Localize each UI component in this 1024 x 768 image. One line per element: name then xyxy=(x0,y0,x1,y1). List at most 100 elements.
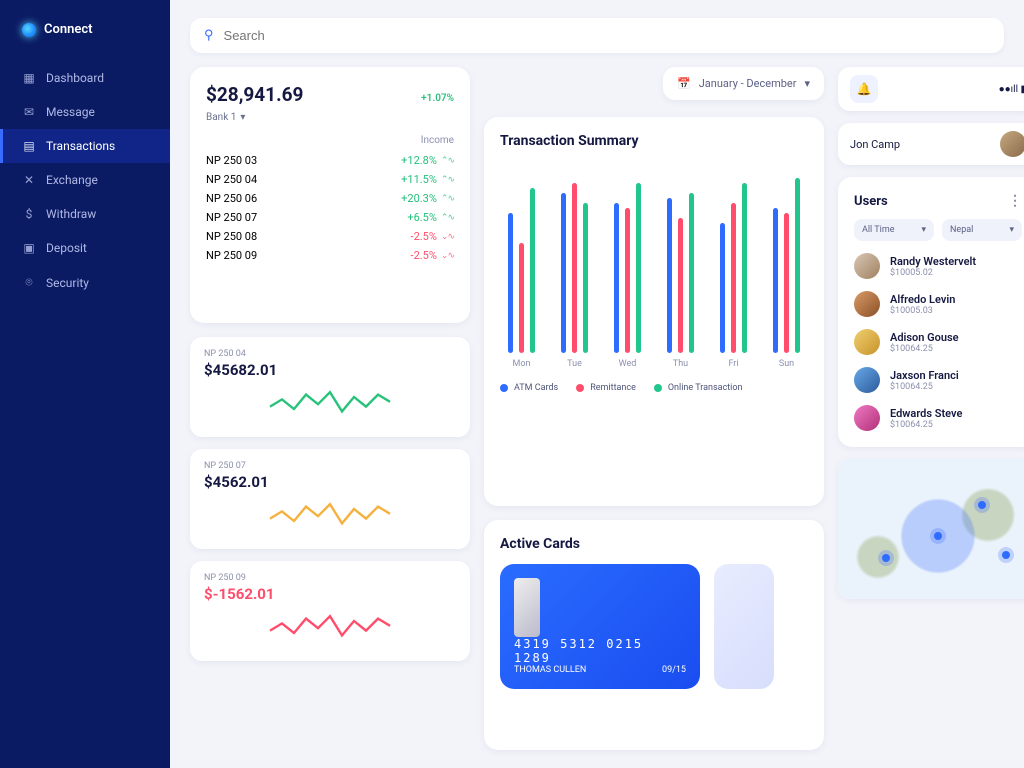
chart-bar xyxy=(561,193,566,353)
legend-item: Online Transaction xyxy=(654,383,743,393)
nav-label: Withdraw xyxy=(46,207,148,221)
chart-bar xyxy=(795,178,800,353)
users-region-filter[interactable]: Nepal ▾ xyxy=(942,219,1022,241)
signal-icon: ●●ıll ▮ xyxy=(999,84,1024,95)
grid-icon: ▦ xyxy=(22,71,36,85)
user-row[interactable]: Edwards Steve$10064.25 xyxy=(854,405,1022,431)
nav-security[interactable]: ⌾ Security xyxy=(0,265,170,300)
nav-dashboard[interactable]: ▦ Dashboard xyxy=(0,61,170,95)
profile-name: Jon Camp xyxy=(850,138,992,151)
active-cards-card: Active Cards 4319 5312 0215 1289 THOMAS … xyxy=(484,520,824,750)
sparkline-label: NP 250 09 xyxy=(204,573,456,583)
date-range-selector[interactable]: 📅 January - December ▾ xyxy=(663,67,824,100)
bank-row[interactable]: NP 250 07+6.5% ⌃∿ xyxy=(206,211,454,224)
chart-day-label: Tue xyxy=(567,359,582,369)
user-name: Jaxson Franci xyxy=(890,369,959,382)
status-bar: 🔔 ●●ıll ▮ xyxy=(838,67,1024,111)
bank-selector[interactable]: Bank 1 ▾ xyxy=(206,112,454,123)
user-amount: $10005.03 xyxy=(890,306,955,316)
sparkline-card[interactable]: NP 250 04$45682.01 xyxy=(190,337,470,437)
users-title: Users xyxy=(854,194,888,209)
users-time-filter[interactable]: All Time ▾ xyxy=(854,219,934,241)
bank-change: +6.5% ⌃∿ xyxy=(407,211,454,224)
nav-label: Dashboard xyxy=(46,71,148,85)
bank-row[interactable]: NP 250 09 -2.5% ⌄∿ xyxy=(206,249,454,262)
bank-change: -2.5% ⌄∿ xyxy=(411,249,454,262)
balance-amount: $28,941.69 xyxy=(206,83,303,106)
sparkline-card[interactable]: NP 250 07 $4562.01 xyxy=(190,449,470,549)
chart-bar xyxy=(572,183,577,353)
credit-card-primary[interactable]: 4319 5312 0215 1289 THOMAS CULLEN 09/15 xyxy=(500,564,700,689)
chevron-down-icon: ▾ xyxy=(1009,225,1014,235)
bank-selector-label: Bank 1 xyxy=(206,112,236,123)
nav-deposit[interactable]: ▣ Deposit xyxy=(0,231,170,265)
profile-chip[interactable]: Jon Camp xyxy=(838,123,1024,165)
credit-card-next[interactable] xyxy=(714,564,774,689)
chart-day-column: Mon xyxy=(504,173,539,369)
bank-row[interactable]: NP 250 03+12.8% ⌃∿ xyxy=(206,154,454,167)
user-amount: $10005.02 xyxy=(890,268,976,278)
search-bar[interactable]: ⚲ xyxy=(190,18,1004,53)
bank-name: NP 250 06 xyxy=(206,192,257,205)
users-list: Randy Westervelt$10005.02Alfredo Levin$1… xyxy=(854,253,1022,431)
sparkline-card[interactable]: NP 250 09$-1562.01 xyxy=(190,561,470,661)
user-name: Alfredo Levin xyxy=(890,293,955,306)
legend-dot-icon xyxy=(576,384,584,392)
chart-day-column: Sun xyxy=(769,173,804,369)
app-name: Connect xyxy=(44,22,93,37)
bank-row[interactable]: NP 250 04+11.5% ⌃∿ xyxy=(206,173,454,186)
users-more-button[interactable]: ⋮ xyxy=(1008,193,1022,209)
sparkline-label: NP 250 04 xyxy=(204,349,456,359)
swap-icon: ✕ xyxy=(22,173,36,187)
bank-row[interactable]: NP 250 08-2.5% ⌄∿ xyxy=(206,230,454,243)
chart-bar xyxy=(667,198,672,353)
user-row[interactable]: Randy Westervelt$10005.02 xyxy=(854,253,1022,279)
chart-bar xyxy=(689,193,694,353)
sparkline-amount: $4562.01 xyxy=(204,473,456,491)
nav-message[interactable]: ✉ Message xyxy=(0,95,170,129)
nav-withdraw[interactable]: $ Withdraw xyxy=(0,197,170,231)
sparkline-chart xyxy=(204,609,456,645)
avatar xyxy=(854,253,880,279)
active-cards-title: Active Cards xyxy=(500,536,808,552)
user-row[interactable]: Jaxson Franci$10064.25 xyxy=(854,367,1022,393)
user-amount: $10064.25 xyxy=(890,382,959,392)
map-pin-icon xyxy=(934,532,942,540)
bank-change: +20.3% ⌃∿ xyxy=(401,192,454,205)
bank-name: NP 250 09 xyxy=(206,249,257,262)
chevron-down-icon: ▾ xyxy=(240,112,245,123)
chart-bar xyxy=(508,213,513,353)
avatar xyxy=(854,291,880,317)
user-row[interactable]: Alfredo Levin$10005.03 xyxy=(854,291,1022,317)
card-chip-icon xyxy=(514,578,540,637)
avatar xyxy=(1000,131,1024,157)
search-icon: ⚲ xyxy=(204,28,214,43)
chevron-down-icon: ▾ xyxy=(921,225,926,235)
trend-icon: ⌃∿ xyxy=(441,213,454,223)
chart-day-label: Thu xyxy=(673,359,688,369)
bank-name: NP 250 03 xyxy=(206,154,257,167)
calendar-icon: 📅 xyxy=(677,77,691,90)
bank-list: NP 250 03+12.8% ⌃∿ NP 250 04+11.5% ⌃∿ NP 2… xyxy=(206,154,454,262)
chart-bar xyxy=(636,183,641,353)
notifications-button[interactable]: 🔔 xyxy=(850,75,878,103)
world-map xyxy=(838,459,1024,599)
trend-icon: ⌄∿ xyxy=(441,232,454,242)
summary-chart: MonTueWedThuFriSun xyxy=(500,159,808,369)
bank-row[interactable]: NP 250 06 +20.3% ⌃∿ xyxy=(206,192,454,205)
chart-day-column: Wed xyxy=(610,173,645,369)
sparkline-label: NP 250 07 xyxy=(204,461,456,471)
main-content: ⚲ $28,941.69 +1.07% Bank 1 ▾ Income NP 2… xyxy=(170,0,1024,768)
chart-bar xyxy=(773,208,778,353)
legend-dot-icon xyxy=(500,384,508,392)
nav-exchange[interactable]: ✕ Exchange xyxy=(0,163,170,197)
avatar xyxy=(854,367,880,393)
map-card[interactable] xyxy=(838,459,1024,599)
box-icon: ▣ xyxy=(22,241,36,255)
list-icon: ▤ xyxy=(22,139,36,153)
search-input[interactable] xyxy=(224,28,990,43)
user-row[interactable]: Adison Gouse$10064.25 xyxy=(854,329,1022,355)
avatar xyxy=(854,329,880,355)
nav-transactions[interactable]: ▤ Transactions xyxy=(0,129,170,163)
legend-dot-icon xyxy=(654,384,662,392)
